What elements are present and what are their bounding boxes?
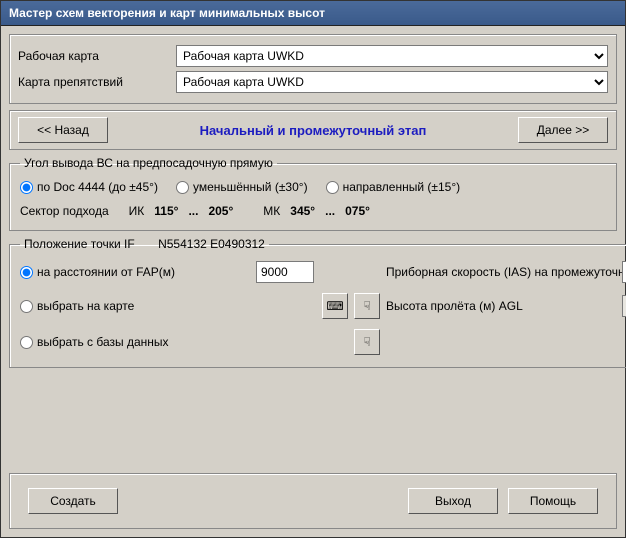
- if-radio-distance[interactable]: [20, 266, 33, 279]
- next-button[interactable]: Далее >>: [518, 117, 608, 143]
- angle-radio-reduced[interactable]: [176, 181, 189, 194]
- if-opt-distance[interactable]: на расстоянии от FAP(м): [20, 265, 250, 279]
- if-group: Положение точки IF N554132 E0490312 на р…: [9, 237, 626, 368]
- angle-opt-doc4444-label: по Doc 4444 (до ±45°): [37, 180, 158, 194]
- mk-label: МК: [263, 204, 280, 218]
- map-pick-button[interactable]: ☟: [354, 293, 380, 319]
- help-button[interactable]: Помощь: [508, 488, 598, 514]
- create-button[interactable]: Создать: [28, 488, 118, 514]
- exit-button[interactable]: Выход: [408, 488, 498, 514]
- work-map-label: Рабочая карта: [18, 49, 168, 63]
- angle-radio-doc4444[interactable]: [20, 181, 33, 194]
- ik-to: 205°: [208, 204, 233, 218]
- ik-dots: ...: [188, 204, 198, 218]
- if-coords: N554132 E0490312: [158, 237, 265, 251]
- nav-panel: << Назад Начальный и промежуточный этап …: [9, 110, 617, 150]
- pick-icon: ☟: [363, 335, 370, 349]
- angle-opt-reduced[interactable]: уменьшённый (±30°): [176, 180, 308, 194]
- if-opt-map-label: выбрать на карте: [37, 299, 134, 313]
- obstacle-map-label: Карта препятствий: [18, 75, 168, 89]
- if-opt-db-label: выбрать с базы данных: [37, 335, 169, 349]
- angle-legend: Угол вывода ВС на предпосадочную прямую: [20, 156, 277, 170]
- if-radio-db[interactable]: [20, 336, 33, 349]
- angle-opt-doc4444[interactable]: по Doc 4444 (до ±45°): [20, 180, 158, 194]
- window-title: Мастер схем векторения и карт минимальны…: [1, 1, 625, 26]
- back-button[interactable]: << Назад: [18, 117, 108, 143]
- ias-input[interactable]: [622, 261, 626, 283]
- angle-opt-directed[interactable]: направленный (±15°): [326, 180, 461, 194]
- if-opt-db[interactable]: выбрать с базы данных: [20, 335, 250, 349]
- angle-radio-directed[interactable]: [326, 181, 339, 194]
- angle-opt-reduced-label: уменьшённый (±30°): [193, 180, 308, 194]
- map-keyboard-button[interactable]: ⌨: [322, 293, 348, 319]
- angle-group: Угол вывода ВС на предпосадочную прямую …: [9, 156, 617, 231]
- ik-from: 115°: [154, 204, 178, 218]
- ik-label: ИК: [129, 204, 145, 218]
- mk-dots: ...: [325, 204, 335, 218]
- alt-label: Высота пролёта (м) AGL: [386, 299, 616, 313]
- maps-panel: Рабочая карта Рабочая карта UWKD Карта п…: [9, 34, 617, 104]
- db-pick-button[interactable]: ☟: [354, 329, 380, 355]
- if-radio-map[interactable]: [20, 300, 33, 313]
- if-opt-map[interactable]: выбрать на карте: [20, 299, 250, 313]
- mk-to: 075°: [345, 204, 370, 218]
- if-distance-input[interactable]: [256, 261, 314, 283]
- wizard-window: Мастер схем векторения и карт минимальны…: [0, 0, 626, 538]
- if-opt-distance-label: на расстоянии от FAP(м): [37, 265, 175, 279]
- if-grid: на расстоянии от FAP(м) Приборная скорос…: [20, 261, 626, 355]
- ias-label: Приборная скорость (IAS) на промежуточно…: [386, 265, 616, 279]
- pick-icon: ☟: [363, 299, 370, 313]
- if-legend: Положение точки IF N554132 E0490312: [20, 237, 269, 251]
- footer-panel: Создать Выход Помощь: [9, 473, 617, 529]
- angle-opt-directed-label: направленный (±15°): [343, 180, 461, 194]
- mk-from: 345°: [290, 204, 315, 218]
- angle-options: по Doc 4444 (до ±45°) уменьшённый (±30°)…: [20, 180, 606, 194]
- sector-row: Сектор подхода ИК 115° ... 205° МК 345° …: [20, 204, 606, 218]
- window-body: Рабочая карта Рабочая карта UWKD Карта п…: [1, 26, 625, 537]
- obstacle-map-combo[interactable]: Рабочая карта UWKD: [176, 71, 608, 93]
- step-title: Начальный и промежуточный этап: [108, 123, 518, 138]
- alt-input: [622, 295, 626, 317]
- keyboard-icon: ⌨: [326, 299, 343, 313]
- work-map-combo[interactable]: Рабочая карта UWKD: [176, 45, 608, 67]
- sector-label: Сектор подхода: [20, 204, 109, 218]
